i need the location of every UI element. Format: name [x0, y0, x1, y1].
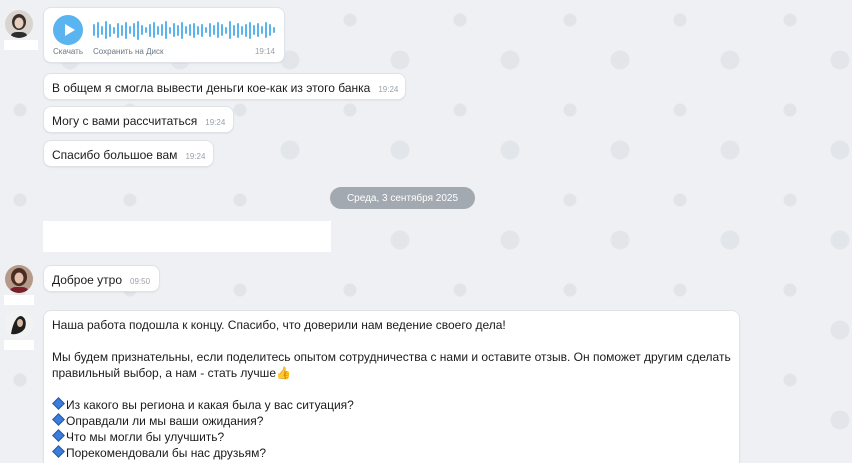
message-bubble: В общем я смогла вывести деньги кое-как …: [43, 73, 406, 100]
question-text: Что мы могли бы улучшить?: [66, 430, 225, 444]
question-text: Порекомендовали бы нас друзьям?: [66, 446, 267, 460]
diamond-icon: [52, 413, 65, 426]
avatar-image: [5, 265, 33, 293]
question-item: Из какого вы региона и какая была у вас …: [52, 397, 731, 413]
message-time: 19:24: [378, 85, 399, 94]
message-line: Мы будем признательны, если поделитесь о…: [52, 350, 731, 364]
sender-avatar[interactable]: [5, 310, 33, 338]
thumbs-up-icon: 👍: [276, 366, 291, 380]
message-time: 09:50: [130, 277, 151, 286]
question-text: Оправдали ли мы ваши ожидания?: [66, 414, 264, 428]
sender-name-redacted: [4, 40, 38, 50]
voice-message-bubble: Скачать Сохранить на Диск 19:14: [43, 7, 285, 63]
sender-name-redacted: [4, 340, 34, 350]
redacted-message: [43, 221, 331, 252]
diamond-icon: [52, 445, 65, 458]
message-line: Наша работа подошла к концу. Спасибо, чт…: [52, 318, 506, 332]
question-item: Оправдали ли мы ваши ожидания?: [52, 413, 731, 429]
diamond-icon: [52, 429, 65, 442]
question-item: Что мы могли бы улучшить?: [52, 429, 731, 445]
diamond-icon: [52, 397, 65, 410]
long-message-bubble: Наша работа подошла к концу. Спасибо, чт…: [43, 310, 740, 463]
question-item: Порекомендовали бы нас друзьям?: [52, 445, 731, 461]
message-time: 19:14: [254, 47, 275, 56]
download-link[interactable]: Скачать: [53, 47, 83, 56]
voice-actions: Скачать Сохранить на Диск: [53, 47, 163, 56]
play-icon[interactable]: [53, 15, 83, 45]
date-divider: Среда, 3 сентября 2025: [330, 187, 475, 209]
message-text: Доброе утро: [52, 273, 123, 287]
message-text: Могу с вами рассчитаться: [52, 114, 198, 128]
avatar-image: [5, 10, 33, 38]
save-to-disk-link[interactable]: Сохранить на Диск: [93, 47, 163, 56]
message-line: правильный выбор, а нам - стать лучше👍: [52, 365, 731, 381]
voice-waveform[interactable]: [93, 20, 275, 40]
message-text: Наша работа подошла к концу. Спасибо, чт…: [52, 317, 731, 461]
sender-avatar[interactable]: [5, 265, 33, 293]
question-text: Из какого вы региона и какая была у вас …: [66, 398, 354, 412]
message-text: Спасибо большое вам: [52, 148, 178, 162]
message-line-text: правильный выбор, а нам - стать лучше: [52, 366, 276, 380]
message-bubble: Спасибо большое вам 19:24: [43, 140, 214, 167]
sender-avatar[interactable]: [5, 10, 33, 38]
sender-name-redacted: [4, 295, 34, 305]
message-time: 19:24: [185, 152, 206, 161]
message-text: В общем я смогла вывести деньги кое-как …: [52, 81, 371, 95]
avatar-image: [5, 310, 33, 338]
message-time: 19:24: [205, 118, 226, 127]
message-bubble: Доброе утро 09:50: [43, 265, 160, 292]
message-bubble: Могу с вами рассчитаться 19:24: [43, 106, 234, 133]
